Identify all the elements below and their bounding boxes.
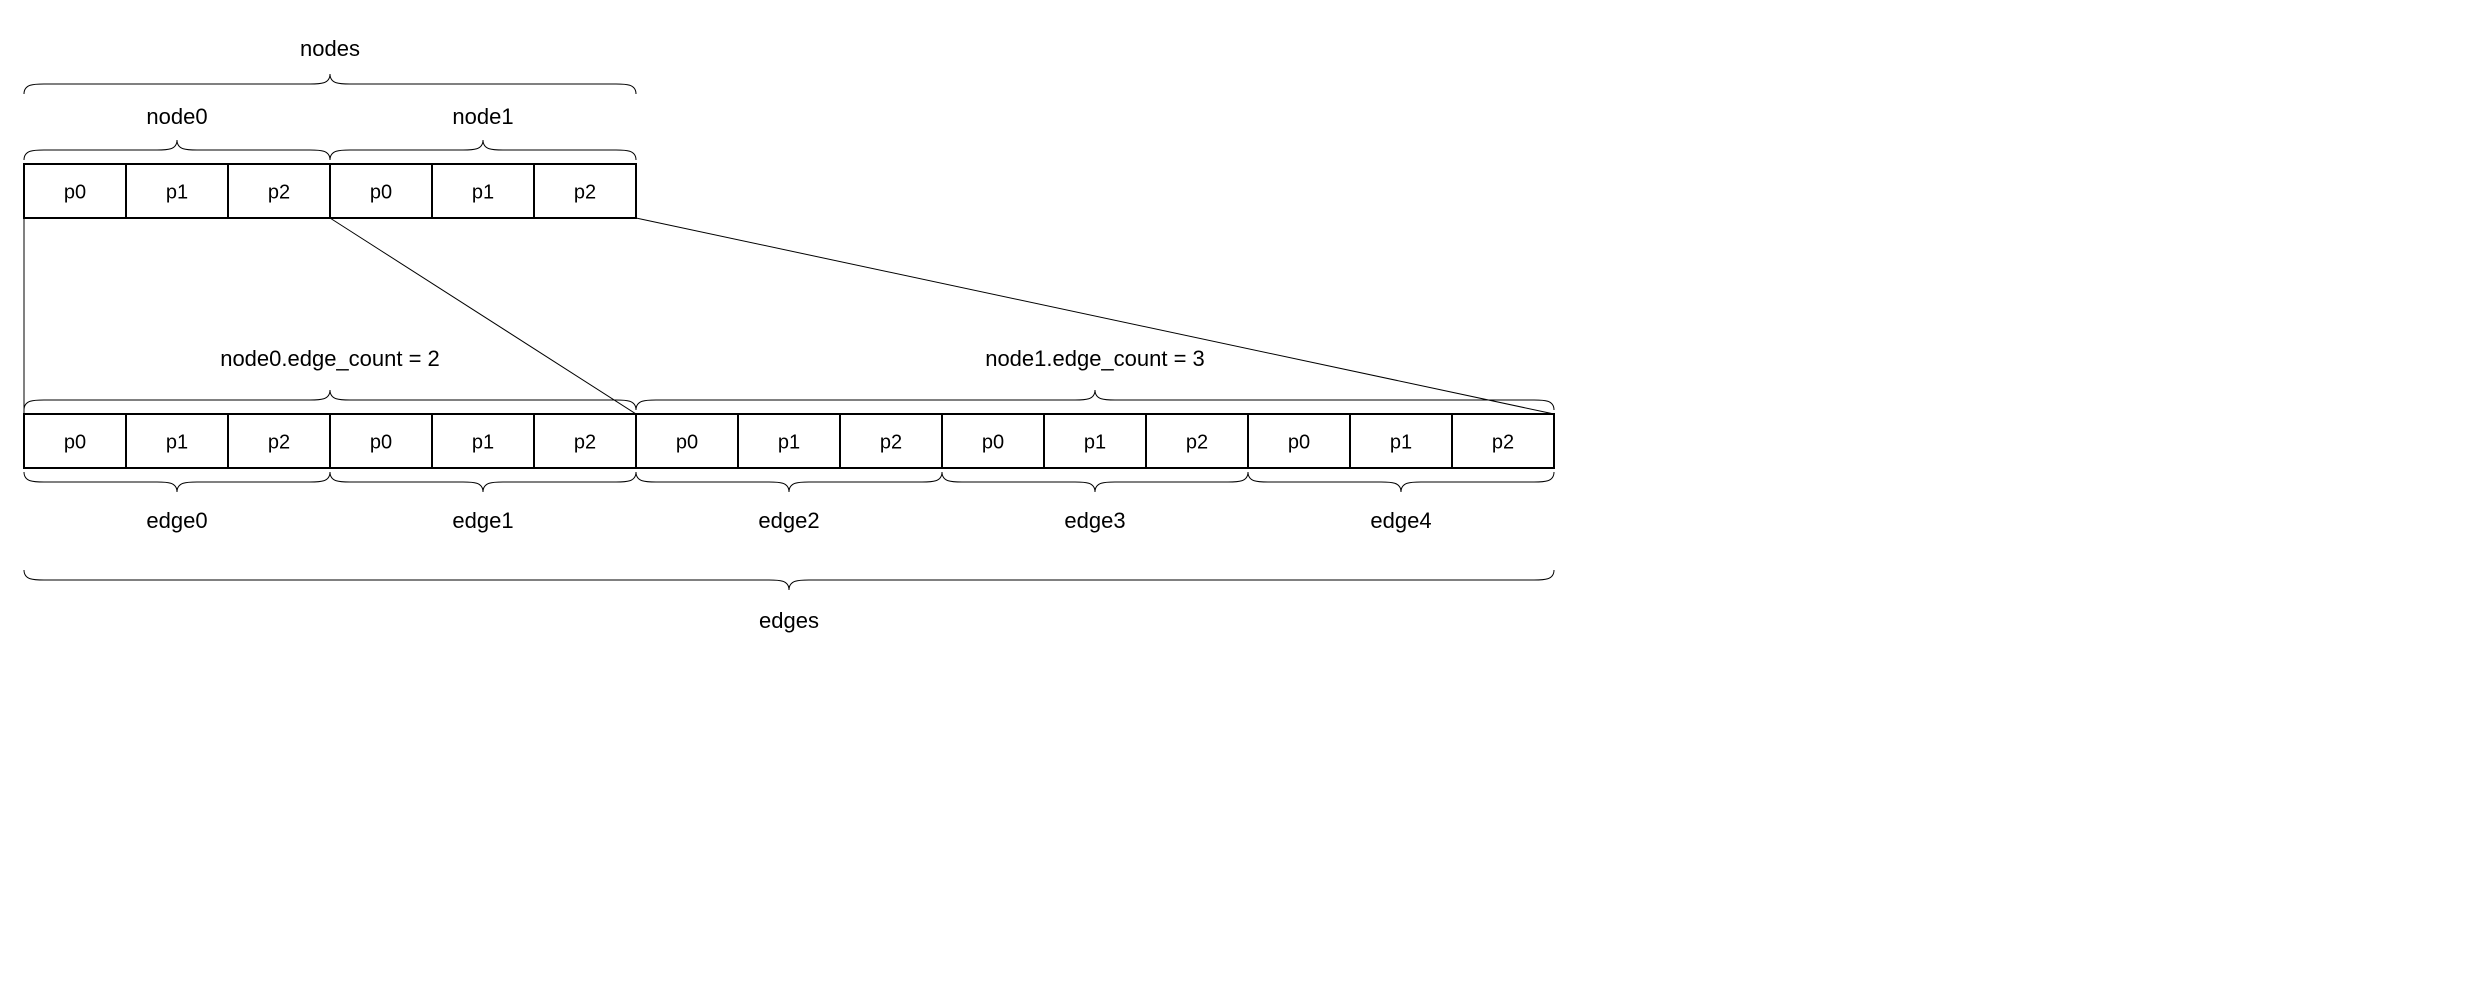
edge-count1-brace [636, 390, 1554, 410]
edges-row: p0 p1 p2 p0 p1 p2 p0 p1 p2 p0 p1 p2 p0 p… [24, 414, 1554, 468]
edge1-p1-label: p1 [472, 431, 494, 453]
node0-p0-label: p0 [64, 181, 86, 203]
node1-right-connector [636, 218, 1554, 414]
edge4-p1-label: p1 [1390, 431, 1412, 453]
node1-brace-label: node1 [452, 104, 513, 129]
edge4-p2-label: p2 [1492, 431, 1514, 453]
edge1-p2-label: p2 [574, 431, 596, 453]
edge2-p1-label: p1 [778, 431, 800, 453]
edge3-brace-label: edge3 [1064, 508, 1125, 533]
node1-p1-label: p1 [472, 181, 494, 203]
edge0-brace-label: edge0 [146, 508, 207, 533]
edge1-brace [330, 472, 636, 492]
nodes-row: p0 p1 p2 p0 p1 p2 [24, 164, 636, 218]
edge4-p0-label: p0 [1288, 431, 1310, 453]
node0-brace-label: node0 [146, 104, 207, 129]
edge2-brace [636, 472, 942, 492]
node0-p1-label: p1 [166, 181, 188, 203]
diagram-canvas: p0 p1 p2 p0 p1 p2 node0 node1 nodes [0, 0, 2484, 1002]
node1-p2-label: p2 [574, 181, 596, 203]
edge0-p2-label: p2 [268, 431, 290, 453]
edge0-p0-label: p0 [64, 431, 86, 453]
nodes-brace [24, 74, 636, 94]
edge4-brace [1248, 472, 1554, 492]
nodes-brace-label: nodes [300, 36, 360, 61]
edge-count1-label: node1.edge_count = 3 [985, 346, 1205, 371]
edge2-brace-label: edge2 [758, 508, 819, 533]
edge4-brace-label: edge4 [1370, 508, 1431, 533]
node1-brace [330, 140, 636, 160]
node0-right-connector [330, 218, 636, 414]
edges-brace-label: edges [759, 608, 819, 633]
edges-brace [24, 570, 1554, 590]
edge0-brace [24, 472, 330, 492]
node1-p0-label: p0 [370, 181, 392, 203]
node0-brace [24, 140, 330, 160]
edge-count0-brace [24, 390, 636, 410]
edge1-brace-label: edge1 [452, 508, 513, 533]
edge3-p1-label: p1 [1084, 431, 1106, 453]
edge3-brace [942, 472, 1248, 492]
edge2-p2-label: p2 [880, 431, 902, 453]
edge0-p1-label: p1 [166, 431, 188, 453]
edge1-p0-label: p0 [370, 431, 392, 453]
node0-p2-label: p2 [268, 181, 290, 203]
edge3-p0-label: p0 [982, 431, 1004, 453]
edge-count0-label: node0.edge_count = 2 [220, 346, 440, 371]
edge2-p0-label: p0 [676, 431, 698, 453]
edge3-p2-label: p2 [1186, 431, 1208, 453]
